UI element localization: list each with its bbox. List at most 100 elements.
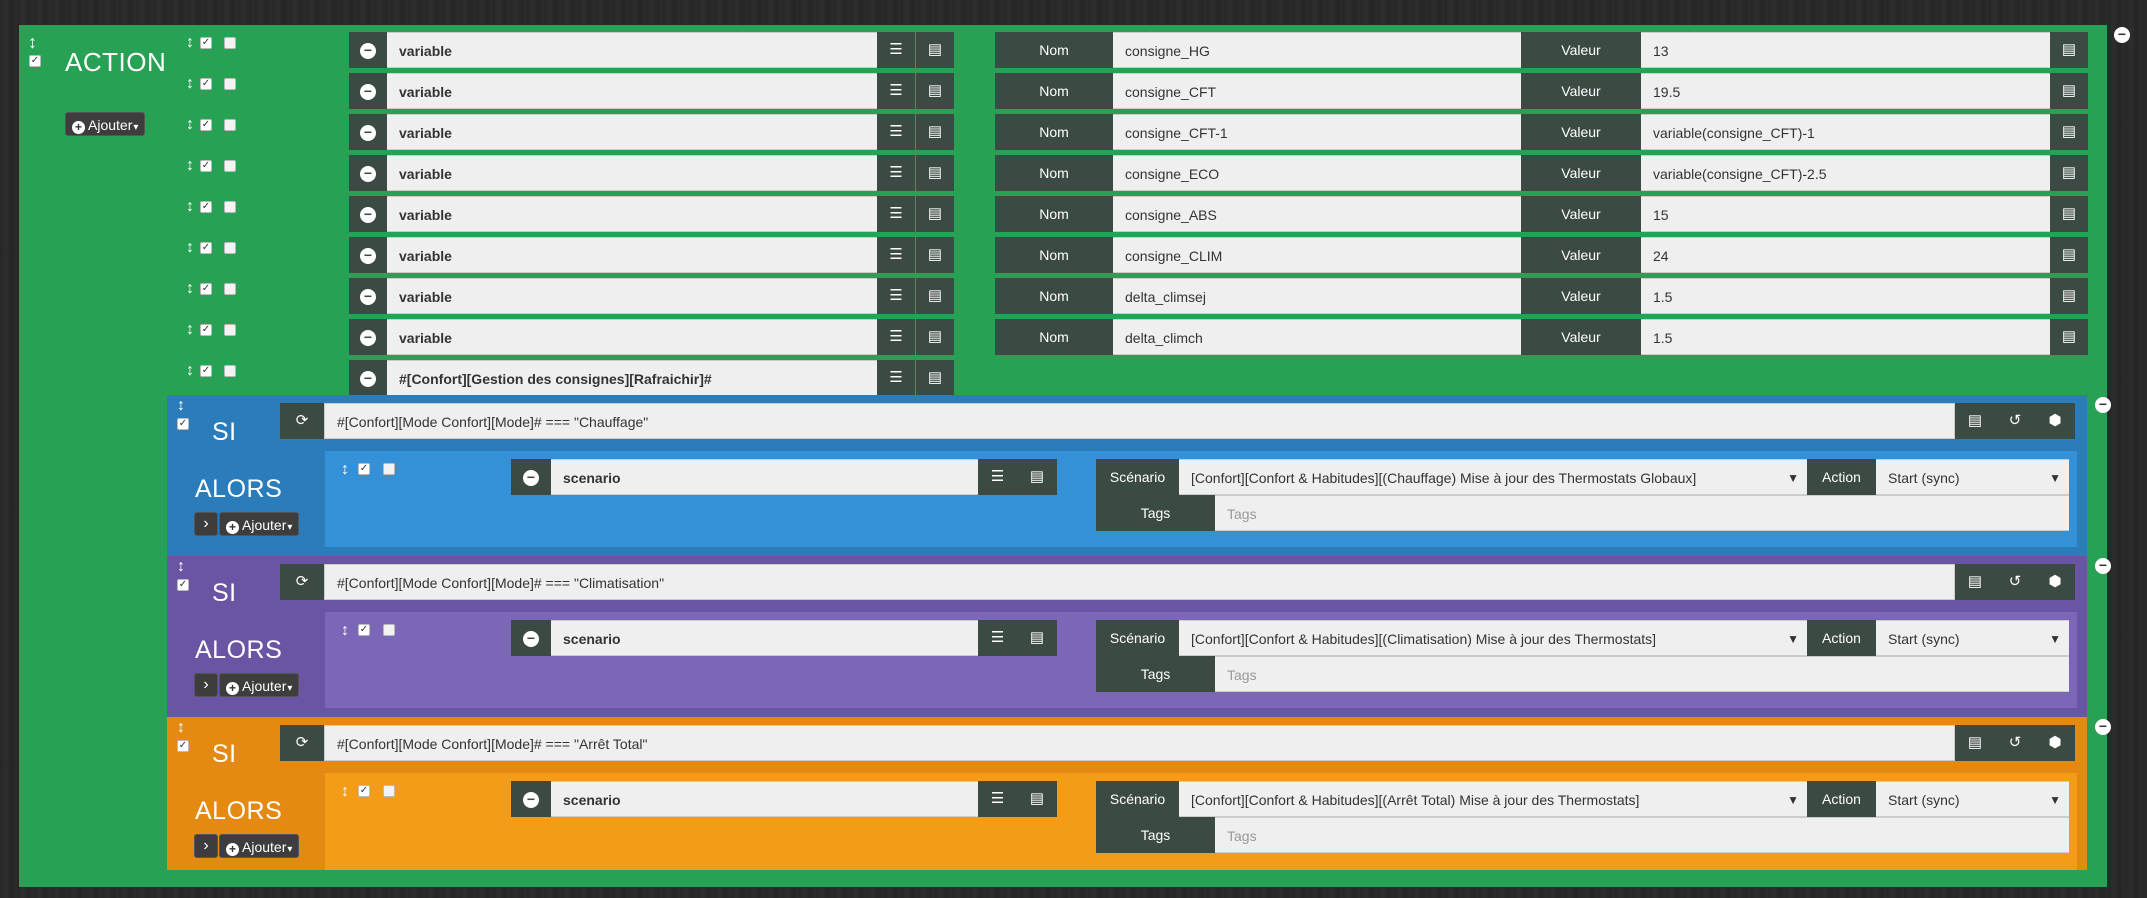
drag-handle-icon[interactable]: ↕ xyxy=(186,362,194,380)
document-icon[interactable]: ▤ xyxy=(2050,319,2088,355)
si-enable-checkbox[interactable]: ✓ xyxy=(177,579,189,591)
tags-input[interactable]: Tags xyxy=(1215,656,2069,692)
refresh-icon[interactable]: ⟳ xyxy=(280,403,324,439)
document-icon[interactable]: ▤ xyxy=(2050,237,2088,273)
add-action-button[interactable]: + Ajouter▾ xyxy=(219,512,300,536)
cube-icon[interactable]: ⬢ xyxy=(2035,403,2075,439)
drag-handle-icon[interactable]: ↕ xyxy=(341,461,349,479)
remove-row-button[interactable]: − xyxy=(349,237,387,273)
remove-row-button[interactable]: − xyxy=(511,781,551,817)
remove-row-button[interactable]: − xyxy=(349,319,387,355)
document-icon[interactable]: ▤ xyxy=(2050,114,2088,150)
list-icon[interactable]: ☰ xyxy=(978,620,1017,656)
drag-handle-icon[interactable]: ↕ xyxy=(186,116,194,134)
drag-handle-icon[interactable]: ↕ xyxy=(341,783,349,801)
remove-row-button[interactable]: − xyxy=(349,32,387,68)
row-background-checkbox[interactable] xyxy=(224,365,236,377)
drag-handle-icon[interactable]: ↕ xyxy=(186,198,194,216)
row-background-checkbox[interactable] xyxy=(383,624,395,636)
tags-input[interactable]: Tags xyxy=(1215,817,2069,853)
document-icon[interactable]: ▤ xyxy=(916,319,954,355)
drag-handle-icon[interactable]: ↕ xyxy=(341,622,349,640)
command-input[interactable]: variable xyxy=(387,278,877,314)
document-icon[interactable]: ▤ xyxy=(916,360,954,396)
row-background-checkbox[interactable] xyxy=(224,37,236,49)
command-input[interactable]: variable xyxy=(387,319,877,355)
nom-input[interactable]: delta_climsej xyxy=(1113,278,1521,314)
document-icon[interactable]: ▤ xyxy=(916,196,954,232)
add-action-button[interactable]: + Ajouter▾ xyxy=(219,834,300,858)
drag-handle-icon[interactable]: ↕ xyxy=(177,397,185,415)
chevron-right-icon[interactable]: › xyxy=(194,834,218,858)
row-enable-checkbox[interactable]: ✓ xyxy=(200,324,212,336)
command-input[interactable]: scenario xyxy=(551,459,978,495)
document-icon[interactable]: ▤ xyxy=(1017,620,1057,656)
remove-row-button[interactable]: − xyxy=(349,155,387,191)
scenario-select[interactable]: [Confort][Confort & Habitudes][(Arrêt To… xyxy=(1179,781,1807,817)
drag-handle-icon[interactable]: ↕ xyxy=(186,239,194,257)
document-icon[interactable]: ▤ xyxy=(2050,32,2088,68)
row-enable-checkbox[interactable]: ✓ xyxy=(200,160,212,172)
remove-row-button[interactable]: − xyxy=(511,620,551,656)
valeur-input[interactable]: 1.5 xyxy=(1641,319,2050,355)
list-icon[interactable]: ☰ xyxy=(877,319,915,355)
si-enable-checkbox[interactable]: ✓ xyxy=(177,740,189,752)
document-icon[interactable]: ▤ xyxy=(1955,725,1995,761)
nom-input[interactable]: consigne_CLIM xyxy=(1113,237,1521,273)
row-enable-checkbox[interactable]: ✓ xyxy=(200,201,212,213)
row-background-checkbox[interactable] xyxy=(224,324,236,336)
row-enable-checkbox[interactable]: ✓ xyxy=(200,365,212,377)
list-icon[interactable]: ☰ xyxy=(877,114,915,150)
remove-si-minus-icon[interactable]: − xyxy=(2095,558,2111,574)
row-enable-checkbox[interactable]: ✓ xyxy=(200,283,212,295)
nom-input[interactable]: consigne_ABS xyxy=(1113,196,1521,232)
command-input[interactable]: scenario xyxy=(551,781,978,817)
row-enable-checkbox[interactable]: ✓ xyxy=(200,119,212,131)
add-action-button[interactable]: + Ajouter▾ xyxy=(219,673,300,697)
condition-input[interactable]: #[Confort][Mode Confort][Mode]# === "Cli… xyxy=(324,564,1955,600)
list-icon[interactable]: ☰ xyxy=(877,278,915,314)
remove-row-button[interactable]: − xyxy=(349,278,387,314)
document-icon[interactable]: ▤ xyxy=(916,114,954,150)
row-background-checkbox[interactable] xyxy=(383,785,395,797)
list-icon[interactable]: ☰ xyxy=(877,196,915,232)
remove-row-button[interactable]: − xyxy=(349,73,387,109)
history-icon[interactable]: ↺ xyxy=(1995,564,2035,600)
row-background-checkbox[interactable] xyxy=(224,242,236,254)
command-input[interactable]: #[Confort][Gestion des consignes][Rafrai… xyxy=(387,360,877,396)
drag-handle-icon[interactable]: ↕ xyxy=(177,719,185,737)
command-input[interactable]: variable xyxy=(387,32,877,68)
history-icon[interactable]: ↺ xyxy=(1995,403,2035,439)
nom-input[interactable]: delta_climch xyxy=(1113,319,1521,355)
row-background-checkbox[interactable] xyxy=(224,283,236,295)
remove-row-button[interactable]: − xyxy=(349,360,387,396)
document-icon[interactable]: ▤ xyxy=(2050,196,2088,232)
drag-handle-icon[interactable]: ↕ xyxy=(186,157,194,175)
list-icon[interactable]: ☰ xyxy=(877,237,915,273)
refresh-icon[interactable]: ⟳ xyxy=(280,725,324,761)
document-icon[interactable]: ▤ xyxy=(916,237,954,273)
row-background-checkbox[interactable] xyxy=(224,201,236,213)
remove-row-button[interactable]: − xyxy=(349,196,387,232)
remove-si-minus-icon[interactable]: − xyxy=(2095,397,2111,413)
refresh-icon[interactable]: ⟳ xyxy=(280,564,324,600)
list-icon[interactable]: ☰ xyxy=(877,360,915,396)
nom-input[interactable]: consigne_ECO xyxy=(1113,155,1521,191)
condition-input[interactable]: #[Confort][Mode Confort][Mode]# === "Cha… xyxy=(324,403,1955,439)
document-icon[interactable]: ▤ xyxy=(916,73,954,109)
chevron-right-icon[interactable]: › xyxy=(194,673,218,697)
row-background-checkbox[interactable] xyxy=(383,463,395,475)
chevron-right-icon[interactable]: › xyxy=(194,512,218,536)
nom-input[interactable]: consigne_CFT-1 xyxy=(1113,114,1521,150)
document-icon[interactable]: ▤ xyxy=(2050,73,2088,109)
document-icon[interactable]: ▤ xyxy=(1017,459,1057,495)
tags-input[interactable]: Tags xyxy=(1215,495,2069,531)
action-select[interactable]: Start (sync) ▼ xyxy=(1876,620,2069,656)
command-input[interactable]: variable xyxy=(387,196,877,232)
nom-input[interactable]: consigne_CFT xyxy=(1113,73,1521,109)
list-icon[interactable]: ☰ xyxy=(978,459,1017,495)
list-icon[interactable]: ☰ xyxy=(877,32,915,68)
command-input[interactable]: variable xyxy=(387,155,877,191)
valeur-input[interactable]: 1.5 xyxy=(1641,278,2050,314)
si-enable-checkbox[interactable]: ✓ xyxy=(177,418,189,430)
